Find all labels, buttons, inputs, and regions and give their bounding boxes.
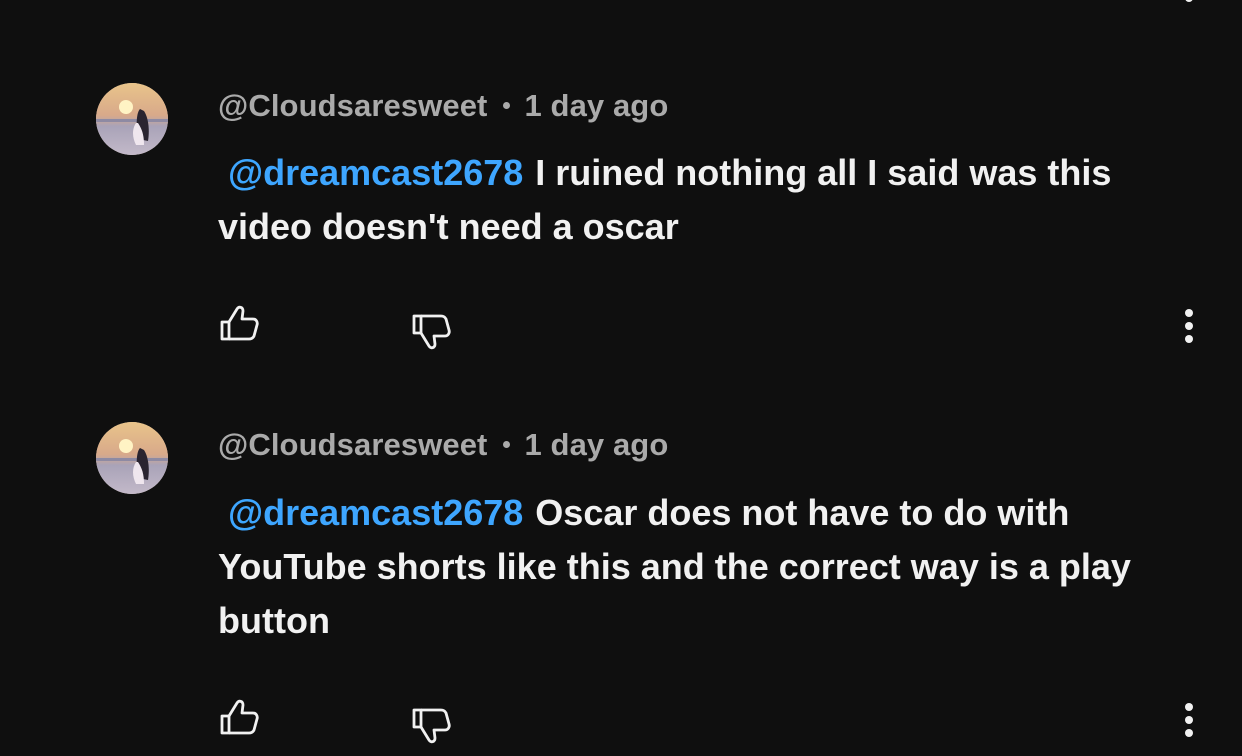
avatar-image bbox=[96, 422, 168, 494]
avatar-image bbox=[96, 83, 168, 155]
thumb-down-icon bbox=[412, 314, 451, 350]
separator-dot bbox=[503, 102, 511, 110]
more-vertical-icon bbox=[1185, 703, 1193, 711]
comment-text: @dreamcast2678 Oscar does not have to do … bbox=[218, 486, 1208, 648]
thumb-down-icon bbox=[412, 0, 456, 8]
avatar[interactable] bbox=[96, 83, 168, 155]
comment-meta: @Cloudsaresweet 1 day ago bbox=[218, 427, 668, 463]
dislike-button[interactable] bbox=[410, 704, 454, 748]
author-name[interactable]: @Cloudsaresweet bbox=[218, 427, 487, 462]
comment-timestamp[interactable]: 1 day ago bbox=[524, 427, 668, 462]
thumb-up-icon bbox=[220, 699, 259, 735]
avatar[interactable] bbox=[96, 422, 168, 494]
comment-timestamp[interactable]: 1 day ago bbox=[524, 88, 668, 123]
author-name[interactable]: @Cloudsaresweet bbox=[218, 88, 487, 123]
previous-dislike-button[interactable] bbox=[412, 0, 456, 32]
thumb-down-icon bbox=[412, 708, 451, 744]
like-button[interactable] bbox=[218, 696, 262, 740]
more-vertical-icon bbox=[1185, 309, 1193, 317]
more-options-button[interactable] bbox=[1170, 695, 1208, 745]
previous-more-dot[interactable] bbox=[1185, 0, 1193, 2]
comment-text: @dreamcast2678 I ruined nothing all I sai… bbox=[218, 146, 1208, 254]
like-button[interactable] bbox=[218, 302, 262, 346]
more-options-button[interactable] bbox=[1170, 301, 1208, 351]
dislike-button[interactable] bbox=[410, 310, 454, 354]
separator-dot bbox=[503, 441, 511, 449]
mention-link[interactable]: @dreamcast2678 bbox=[228, 152, 523, 193]
previous-comment-actions bbox=[0, 0, 1242, 10]
mention-link[interactable]: @dreamcast2678 bbox=[228, 492, 523, 533]
thumb-up-icon bbox=[220, 305, 259, 341]
comment-meta: @Cloudsaresweet 1 day ago bbox=[218, 88, 668, 124]
